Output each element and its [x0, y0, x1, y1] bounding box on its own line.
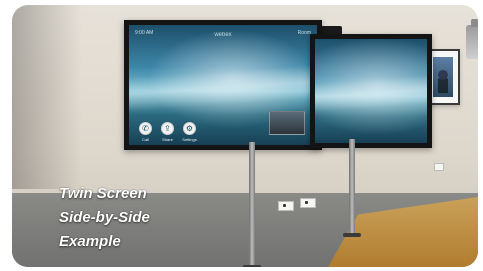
wall-outlet — [434, 163, 444, 171]
wall-light-fixture — [466, 19, 478, 59]
phone-icon: ✆ — [142, 123, 149, 133]
caption-line-1: Twin Screen — [59, 185, 147, 202]
left-display-topbar-left: 9:00 AM — [135, 30, 154, 36]
call-button[interactable]: ✆ Call — [139, 122, 152, 142]
picture-art — [433, 57, 453, 97]
wall-outlet — [278, 201, 294, 211]
call-controls: ✆ Call ⇪ Share ⚙ Settings — [139, 122, 197, 142]
settings-button-label: Settings — [182, 137, 197, 142]
settings-icon: ⚙ — [185, 123, 194, 133]
photo-frame: 9:00 AM webex Room ✆ Call ⇪ Share ⚙ Sett… — [12, 5, 478, 267]
settings-button[interactable]: ⚙ Settings — [182, 122, 197, 142]
right-display-topbar — [321, 44, 421, 54]
left-display-topbar: 9:00 AM webex Room — [135, 30, 311, 40]
right-display-screen — [315, 39, 427, 143]
left-display-screen: 9:00 AM webex Room ✆ Call ⇪ Share ⚙ Sett… — [129, 25, 317, 145]
outlet-socket — [283, 204, 286, 207]
left-display-brand: webex — [214, 32, 232, 38]
tree-icon — [438, 67, 448, 93]
left-stand-foot — [243, 265, 261, 267]
share-button-label: Share — [162, 137, 173, 142]
caption-line-2: Side-by-Side — [59, 209, 150, 226]
caption-line-3: Example — [59, 233, 121, 250]
share-icon: ⇪ — [164, 123, 171, 133]
share-button[interactable]: ⇪ Share — [161, 122, 174, 142]
image-caption: Twin Screen Side-by-Side Example — [59, 182, 150, 254]
outlet-socket — [305, 201, 308, 204]
right-display — [310, 34, 432, 148]
call-button-label: Call — [142, 137, 149, 142]
self-view-preview[interactable] — [269, 111, 305, 135]
left-display: 9:00 AM webex Room ✆ Call ⇪ Share ⚙ Sett… — [124, 20, 322, 150]
right-stand-foot — [343, 233, 361, 237]
left-display-topbar-right: Room — [297, 30, 311, 36]
left-stand-pole — [249, 142, 255, 267]
wall-outlet — [300, 198, 316, 208]
right-stand-pole — [349, 139, 355, 237]
